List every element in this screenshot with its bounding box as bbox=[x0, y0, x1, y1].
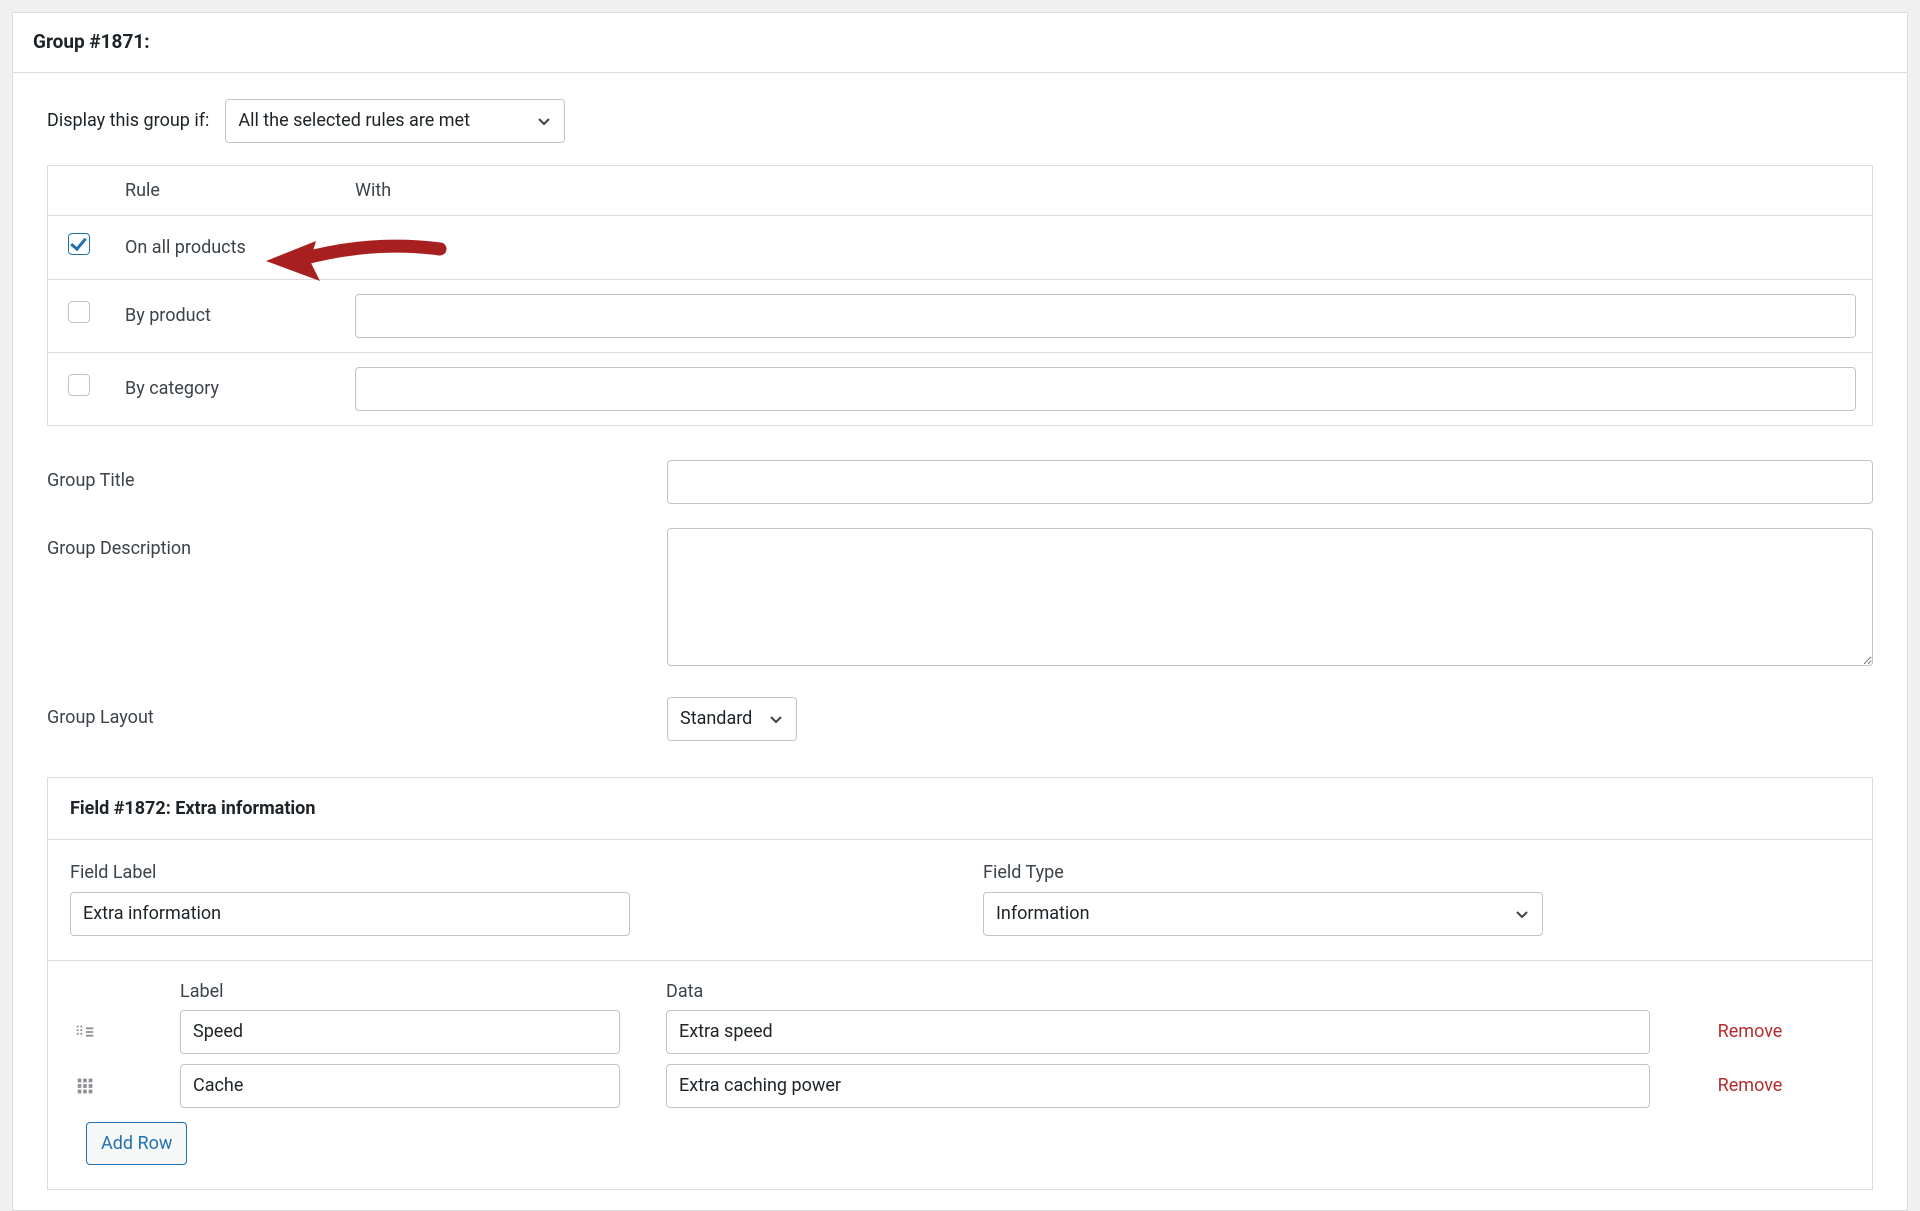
field-header-prefix: Field # bbox=[70, 798, 124, 819]
group-header-prefix: Group # bbox=[33, 30, 101, 53]
group-layout-select[interactable]: Standard bbox=[667, 697, 797, 741]
add-row-button[interactable]: Add Row bbox=[86, 1122, 187, 1165]
group-header: Group #1871: bbox=[13, 13, 1907, 73]
criteria-label: Display this group if: bbox=[47, 108, 209, 133]
field-type-label: Field Type bbox=[983, 860, 1850, 885]
rule-input-by-product[interactable] bbox=[355, 294, 1856, 338]
group-header-suffix: : bbox=[144, 30, 149, 53]
group-layout-row: Group Layout Standard bbox=[47, 697, 1873, 741]
info-row-remove-link[interactable]: Remove bbox=[1650, 1019, 1850, 1044]
group-description-row: Group Description bbox=[47, 528, 1873, 673]
field-type-col: Field Type Information bbox=[983, 860, 1850, 935]
field-label-col: Field Label bbox=[70, 860, 937, 935]
rule-row-by-category: By category bbox=[48, 352, 1873, 425]
field-type-select[interactable]: Information bbox=[983, 892, 1543, 936]
group-layout-label: Group Layout bbox=[47, 697, 657, 741]
rule-row-by-product: By product bbox=[48, 279, 1873, 352]
rule-check-all-products[interactable] bbox=[68, 233, 90, 255]
rule-label-by-product: By product bbox=[125, 305, 211, 326]
field-label-label: Field Label bbox=[70, 860, 937, 885]
field-label-input[interactable] bbox=[70, 892, 630, 936]
rule-check-by-product[interactable] bbox=[68, 301, 90, 323]
field-panel: Field #1872: Extra information Field Lab… bbox=[47, 777, 1873, 1190]
info-row-data-input[interactable] bbox=[666, 1064, 1650, 1108]
group-description-textarea[interactable] bbox=[667, 528, 1873, 666]
group-panel: Group #1871: Display this group if: All … bbox=[12, 12, 1908, 1211]
drag-handle-icon[interactable] bbox=[70, 1021, 96, 1043]
criteria-select[interactable]: All the selected rules are met bbox=[225, 99, 565, 143]
rule-row-all-products: On all products bbox=[48, 215, 1873, 279]
info-row-data-input[interactable] bbox=[666, 1010, 1650, 1054]
rule-label-all-products: On all products bbox=[125, 237, 246, 258]
rules-col-rule: Rule bbox=[109, 165, 339, 215]
info-row: Remove bbox=[70, 1064, 1850, 1108]
info-rows-header: Label Data bbox=[70, 979, 1850, 1004]
field-id: 1872 bbox=[124, 798, 165, 819]
field-top-grid: Field Label Field Type Information bbox=[70, 860, 1850, 935]
group-title-label: Group Title bbox=[47, 460, 657, 504]
rules-col-with: With bbox=[339, 165, 1873, 215]
add-row-wrap: Add Row bbox=[70, 1122, 1850, 1165]
info-row-remove-link[interactable]: Remove bbox=[1650, 1073, 1850, 1098]
info-row-label-input[interactable] bbox=[180, 1064, 620, 1108]
field-title: Extra information bbox=[175, 798, 315, 819]
group-title-row: Group Title bbox=[47, 460, 1873, 504]
group-description-label: Group Description bbox=[47, 528, 657, 673]
group-title-input[interactable] bbox=[667, 460, 1873, 504]
rule-label-by-category: By category bbox=[125, 378, 219, 399]
info-row: Remove bbox=[70, 1010, 1850, 1054]
criteria-row: Display this group if: All the selected … bbox=[47, 99, 1873, 143]
rules-col-check bbox=[48, 165, 110, 215]
field-separator bbox=[48, 960, 1872, 961]
info-row-label-input[interactable] bbox=[180, 1010, 620, 1054]
field-body: Field Label Field Type Information Label bbox=[48, 840, 1872, 1189]
info-header-label: Label bbox=[180, 979, 620, 1004]
drag-handle-icon[interactable] bbox=[70, 1075, 96, 1097]
rules-table: Rule With On all products By product bbox=[47, 165, 1873, 426]
rule-check-by-category[interactable] bbox=[68, 374, 90, 396]
field-header: Field #1872: Extra information bbox=[48, 778, 1872, 840]
rule-input-by-category[interactable] bbox=[355, 367, 1856, 411]
group-body: Display this group if: All the selected … bbox=[13, 73, 1907, 1210]
group-id: 1871 bbox=[101, 30, 145, 53]
info-header-data: Data bbox=[666, 979, 1650, 1004]
